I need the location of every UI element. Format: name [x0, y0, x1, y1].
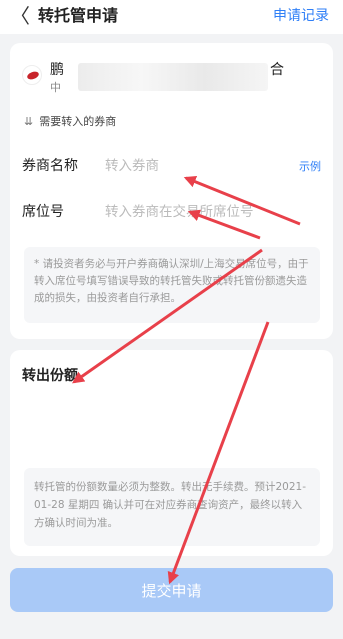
transfer-out-share-label: 转出份额 [22, 368, 78, 384]
chevron-left-icon[interactable]: 〈 [10, 4, 30, 28]
seat-number-input[interactable] [105, 202, 305, 222]
seat-number-label: 席位号 [22, 204, 64, 220]
section-hint: ⇊ 需要转入的券商 [24, 115, 116, 129]
top-bar: 〈 转托管申请 申请记录 [0, 0, 343, 34]
example-link[interactable]: 示例 [299, 160, 321, 174]
transfer-out-card: 转出份额 转托管的份额数量必须为整数。转出无手续费。预计2021-01-28 星… [10, 350, 333, 556]
broker-name-input[interactable] [105, 156, 285, 176]
submit-button[interactable]: 提交申请 [10, 568, 333, 612]
fund-info: 鹏 中 合 [20, 57, 320, 97]
share-notice: 转托管的份额数量必须为整数。转出无手续费。预计2021-01-28 星期四 确认… [24, 468, 320, 546]
redacted-fund-info [78, 63, 268, 91]
page-title: 转托管申请 [38, 6, 119, 25]
fund-name-tail: 合 [270, 62, 284, 78]
seat-notice: * 请投资者务必与开户券商确认深圳/上海交易席位号，由于转入席位号填写错误导致的… [24, 247, 320, 323]
section-hint-text: 需要转入的券商 [39, 115, 117, 128]
transfer-in-card: 鹏 中 合 ⇊ 需要转入的券商 券商名称 示例 席位号 * 请投资者务必与开户券商… [10, 43, 333, 339]
fund-logo-icon [22, 65, 42, 85]
fund-name: 鹏 [50, 62, 64, 78]
application-record-link[interactable]: 申请记录 [273, 6, 329, 26]
transfer-out-share-input[interactable] [22, 396, 320, 456]
fund-code: 中 [50, 81, 61, 94]
double-down-arrow-icon: ⇊ [24, 115, 34, 128]
broker-name-label: 券商名称 [22, 158, 78, 174]
